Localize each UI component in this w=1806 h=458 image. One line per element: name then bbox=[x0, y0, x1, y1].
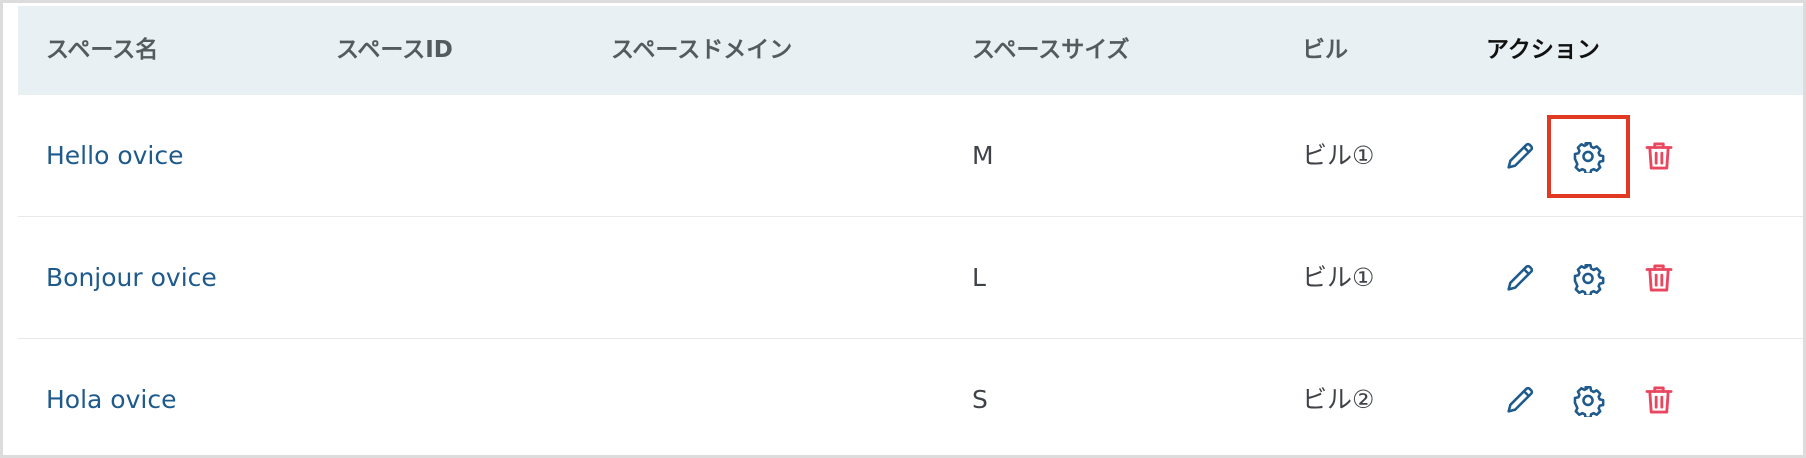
edit-button[interactable] bbox=[1500, 380, 1540, 420]
space-name-link[interactable]: Hola ovice bbox=[46, 339, 176, 455]
trash-icon bbox=[1645, 264, 1673, 292]
space-size-cell: L bbox=[972, 263, 986, 292]
pencil-icon bbox=[1507, 386, 1534, 413]
header-action: アクション bbox=[1486, 37, 1600, 63]
trash-icon bbox=[1645, 386, 1673, 414]
header-space-domain: スペースドメイン bbox=[611, 37, 793, 63]
trash-icon bbox=[1645, 142, 1673, 170]
gear-icon bbox=[1573, 263, 1605, 295]
table-header: スペース名 スペースID スペースドメイン スペースサイズ ビル アクション bbox=[18, 6, 1803, 95]
settings-button[interactable] bbox=[1568, 258, 1608, 298]
building-cell: ビル① bbox=[1302, 263, 1375, 292]
edit-button[interactable] bbox=[1500, 136, 1540, 176]
settings-button[interactable] bbox=[1568, 136, 1608, 176]
table-row: Hola ovice S ビル② bbox=[18, 339, 1803, 455]
space-name-link[interactable]: Hello ovice bbox=[46, 95, 183, 217]
pencil-icon bbox=[1507, 142, 1534, 169]
building-cell: ビル② bbox=[1302, 385, 1375, 414]
delete-button[interactable] bbox=[1639, 136, 1679, 176]
building-cell: ビル① bbox=[1302, 141, 1375, 170]
gear-icon bbox=[1573, 141, 1605, 173]
settings-button[interactable] bbox=[1568, 380, 1608, 420]
space-size-cell: S bbox=[972, 385, 988, 414]
pencil-icon bbox=[1507, 264, 1534, 291]
header-space-id: スペースID bbox=[336, 37, 453, 63]
edit-button[interactable] bbox=[1500, 258, 1540, 298]
gear-icon bbox=[1573, 385, 1605, 417]
space-name-link[interactable]: Bonjour ovice bbox=[46, 217, 217, 339]
table-row: Bonjour ovice L ビル① bbox=[18, 217, 1803, 339]
header-space-size: スペースサイズ bbox=[972, 37, 1130, 63]
header-space-name: スペース名 bbox=[46, 37, 159, 63]
header-building: ビル bbox=[1302, 37, 1348, 63]
delete-button[interactable] bbox=[1639, 258, 1679, 298]
spaces-table: スペース名 スペースID スペースドメイン スペースサイズ ビル アクション H… bbox=[18, 6, 1803, 455]
spaces-panel: スペース名 スペースID スペースドメイン スペースサイズ ビル アクション H… bbox=[3, 3, 1803, 455]
table-row: Hello ovice M ビル① bbox=[18, 95, 1803, 217]
space-size-cell: M bbox=[972, 141, 994, 170]
delete-button[interactable] bbox=[1639, 380, 1679, 420]
